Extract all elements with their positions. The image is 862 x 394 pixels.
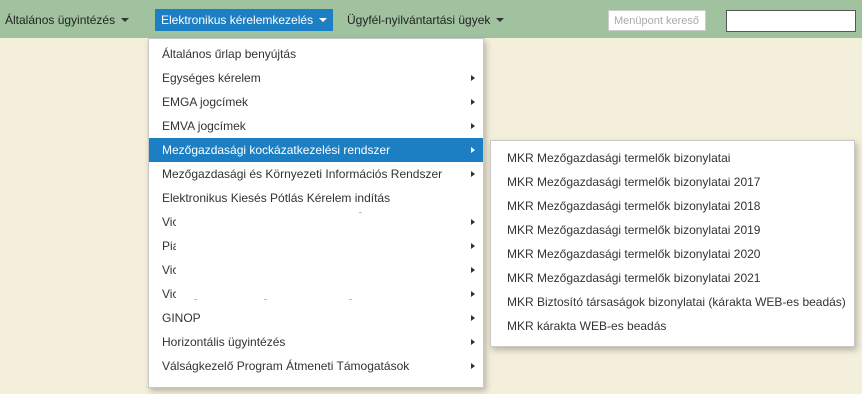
submenu-mezogazdasagi-kockazatkezelesi: MKR Mezőgazdasági termelők bizonylatai M… xyxy=(490,140,855,347)
menu-item-egyseges-kerelem[interactable]: Egységes kérelem xyxy=(149,66,483,90)
menu-item-label: Egységes kérelem xyxy=(162,71,261,85)
artifact-dot xyxy=(349,299,352,300)
chevron-right-icon xyxy=(471,291,475,297)
chevron-right-icon xyxy=(471,363,475,369)
nav-elektronikus-kerelemkezeles[interactable]: Elektronikus kérelemkezelés xyxy=(155,9,334,31)
menu-item-vic-1[interactable]: Vic xyxy=(149,210,483,234)
artifact-dot xyxy=(264,299,267,300)
menu-item-label: MKR Mezőgazdasági termelők bizonylatai xyxy=(507,151,731,165)
artifact-dot xyxy=(194,299,197,300)
chevron-right-icon xyxy=(471,171,475,177)
nav-altalanos-ugyintezes[interactable]: Általános ügyintézés xyxy=(5,10,130,30)
menu-item-label: Vic xyxy=(162,287,176,301)
menu-item-label: MKR Mezőgazdasági termelők bizonylatai 2… xyxy=(507,199,761,213)
chevron-right-icon xyxy=(471,219,475,225)
menu-item-label: Vic xyxy=(162,215,176,229)
menu-item-label: Vic xyxy=(162,263,176,277)
menu-item-label: Pia xyxy=(162,239,176,253)
menu-item-valsagkezelo-program[interactable]: Válságkezelő Program Átmeneti Támogatáso… xyxy=(149,354,483,378)
nav-ugyfel-nyilvantartasi-ugyek[interactable]: Ügyfél-nyilvántartási ügyek xyxy=(347,10,505,30)
menu-item-label: Mezőgazdasági és Környezeti Információs … xyxy=(162,167,443,181)
menu-item-label: GINOP xyxy=(162,311,201,325)
top-nav-bar: Általános ügyintézés Elektronikus kérele… xyxy=(0,0,862,38)
nav-label: Elektronikus kérelemkezelés xyxy=(161,13,314,27)
menu-item-label: MKR Mezőgazdasági termelők bizonylatai 2… xyxy=(507,175,761,189)
menu-item-label: Elektronikus Kiesés Pótlás Kérelem indít… xyxy=(162,191,391,205)
menu-item-vic-2[interactable]: Vic xyxy=(149,258,483,282)
submenu-item-mkr-2017[interactable]: MKR Mezőgazdasági termelők bizonylatai 2… xyxy=(491,170,854,194)
menu-item-label: Horizontális ügyintézés xyxy=(162,335,286,349)
menu-item-label: MKR kárakta WEB-es beadás xyxy=(507,319,667,333)
chevron-right-icon xyxy=(471,267,475,273)
chevron-right-icon xyxy=(471,315,475,321)
chevron-right-icon xyxy=(471,243,475,249)
search-input[interactable] xyxy=(726,10,856,32)
chevron-right-icon xyxy=(471,147,475,153)
menu-item-label: Általános űrlap benyújtás xyxy=(162,47,297,61)
menu-item-label: EMGA jogcímek xyxy=(162,95,249,109)
submenu-item-mkr-2019[interactable]: MKR Mezőgazdasági termelők bizonylatai 2… xyxy=(491,218,854,242)
submenu-item-mkr-biztosito[interactable]: MKR Biztosító társaságok bizonylatai (ká… xyxy=(491,290,854,314)
menu-item-pia[interactable]: Pia xyxy=(149,234,483,258)
caret-down-icon xyxy=(319,17,328,22)
menu-item-label: Válságkezelő Program Átmeneti Támogatáso… xyxy=(162,359,410,373)
caret-down-icon xyxy=(121,17,130,22)
nav-label: Általános ügyintézés xyxy=(5,13,116,27)
menu-item-ginop[interactable]: GINOP xyxy=(149,306,483,330)
menu-item-label: EMVA jogcímek xyxy=(162,119,246,133)
chevron-right-icon xyxy=(471,99,475,105)
menu-item-emva-jogcimek[interactable]: EMVA jogcímek xyxy=(149,114,483,138)
chevron-right-icon xyxy=(471,75,475,81)
submenu-item-mkr-2018[interactable]: MKR Mezőgazdasági termelők bizonylatai 2… xyxy=(491,194,854,218)
menu-item-label: MKR Mezőgazdasági termelők bizonylatai 2… xyxy=(507,247,761,261)
menu-item-label: MKR Mezőgazdasági termelők bizonylatai 2… xyxy=(507,271,761,285)
menu-item-label: MKR Biztosító társaságok bizonylatai (ká… xyxy=(507,295,846,309)
submenu-item-mkr-2021[interactable]: MKR Mezőgazdasági termelők bizonylatai 2… xyxy=(491,266,854,290)
menu-item-mezogazdasagi-kockazatkezelesi[interactable]: Mezőgazdasági kockázatkezelési rendszer xyxy=(149,138,483,162)
menu-item-vic-3[interactable]: Vic xyxy=(149,282,483,306)
artifact-dot xyxy=(359,212,362,213)
menu-item-altalanos-urlap[interactable]: Általános űrlap benyújtás xyxy=(149,42,483,66)
menu-item-kieses-potlas[interactable]: Elektronikus Kiesés Pótlás Kérelem indít… xyxy=(149,186,483,210)
menu-search-input[interactable] xyxy=(608,10,706,31)
menu-item-label: Mezőgazdasági kockázatkezelési rendszer xyxy=(162,143,391,157)
chevron-right-icon xyxy=(471,123,475,129)
menu-item-label: MKR Mezőgazdasági termelők bizonylatai 2… xyxy=(507,223,761,237)
dropdown-menu-elektronikus: Általános űrlap benyújtás Egységes kérel… xyxy=(148,38,484,388)
chevron-right-icon xyxy=(471,339,475,345)
menu-item-mezogazdasagi-kornyezeti[interactable]: Mezőgazdasági és Környezeti Információs … xyxy=(149,162,483,186)
submenu-item-mkr-2020[interactable]: MKR Mezőgazdasági termelők bizonylatai 2… xyxy=(491,242,854,266)
menu-item-horizontalis-ugyintezes[interactable]: Horizontális ügyintézés xyxy=(149,330,483,354)
submenu-item-mkr-karakta[interactable]: MKR kárakta WEB-es beadás xyxy=(491,314,854,338)
menu-item-emga-jogcimek[interactable]: EMGA jogcímek xyxy=(149,90,483,114)
caret-down-icon xyxy=(496,17,505,22)
submenu-item-mkr-bizonylatai[interactable]: MKR Mezőgazdasági termelők bizonylatai xyxy=(491,146,854,170)
nav-label: Ügyfél-nyilvántartási ügyek xyxy=(347,13,491,27)
